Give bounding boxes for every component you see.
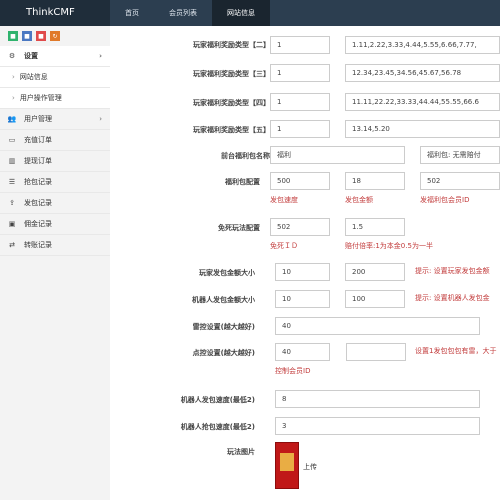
reward-type-2-values[interactable]: 1.11,2.22,3.33,4.44,5.55,6.66,7.77, bbox=[345, 36, 500, 54]
welfare-member-id-note: 发福利包会员ID bbox=[420, 196, 470, 204]
brand-logo[interactable]: ThinkCMF bbox=[0, 0, 110, 26]
sidebar-item-user-actions[interactable]: › 用户操作管理 bbox=[0, 88, 110, 109]
robot-size-min-input[interactable]: 10 bbox=[275, 290, 330, 308]
top-nav: 首页 会员列表 网站信息 bbox=[110, 0, 270, 26]
upload-button[interactable]: 上传 bbox=[303, 462, 317, 472]
robot-send-speed-input[interactable]: 8 bbox=[275, 390, 480, 408]
welfare-member-id-input[interactable]: 502 bbox=[420, 172, 500, 190]
sidebar-item-grab-record[interactable]: ☰ 抢包记录 bbox=[0, 172, 110, 193]
sidebar-item-label: 充值订单 bbox=[24, 136, 52, 144]
reward-type-5-label: 玩家福利奖励类型【五】 bbox=[193, 126, 270, 134]
reward-type-2-input[interactable]: 1 bbox=[270, 36, 330, 54]
reward-type-3-label: 玩家福利奖励类型【三】 bbox=[193, 70, 270, 78]
free-death-label: 免死玩法配置 bbox=[218, 224, 260, 232]
gear-icon: ⚙ bbox=[8, 52, 16, 60]
reward-type-5-values[interactable]: 13.14,5.20 bbox=[345, 120, 500, 138]
nav-member-list[interactable]: 会员列表 bbox=[154, 0, 212, 26]
player-size-label: 玩家发包金额大小 bbox=[199, 269, 255, 277]
reward-type-4-values[interactable]: 11.11,22.22,33.33,44.44,55.55,66.6 bbox=[345, 93, 500, 111]
robot-size-max-input[interactable]: 100 bbox=[345, 290, 405, 308]
trash-icon[interactable]: ■ bbox=[22, 31, 32, 41]
welfare-name-label: 前台福利包名称 bbox=[221, 152, 270, 160]
list-icon: ☰ bbox=[8, 178, 16, 186]
upload-icon: ⇪ bbox=[9, 199, 15, 207]
settings-form: 玩家福利奖励类型【二】 1 1.11,2.22,3.33,4.44,5.55,6… bbox=[110, 26, 500, 500]
robot-size-hint: 提示: 设置机器人发包金 bbox=[415, 294, 490, 302]
chevron-right-icon: › bbox=[99, 52, 102, 60]
lock-icon[interactable]: ■ bbox=[8, 31, 18, 41]
sidebar-item-label: 设置 bbox=[24, 52, 38, 60]
robot-send-speed-label: 机器人发包速度(最低2) bbox=[180, 396, 255, 404]
player-size-hint: 提示: 设置玩家发包金额 bbox=[415, 267, 490, 275]
robot-grab-speed-label: 机器人抢包速度(最低2) bbox=[180, 423, 255, 431]
welfare-name-display-input[interactable]: 福利包: 无需赔付 bbox=[420, 146, 500, 164]
users-icon: 👥 bbox=[7, 115, 17, 123]
credit-card-icon: ▭ bbox=[8, 136, 16, 144]
reward-type-4-label: 玩家福利奖励类型【四】 bbox=[193, 99, 270, 107]
reward-type-3-values[interactable]: 12.34,23.45,34.56,45.67,56.78 bbox=[345, 64, 500, 82]
free-death-rate-note: 赔付倍率:1为本金0.5为一半 bbox=[345, 242, 433, 250]
sidebar-item-commission[interactable]: ▣ 佣金记录 bbox=[0, 214, 110, 235]
sidebar-item-label: 用户操作管理 bbox=[19, 94, 62, 102]
point-level-label: 点控设置(越大越好) bbox=[192, 349, 255, 357]
sidebar-item-label: 网站信息 bbox=[19, 73, 48, 81]
refresh-icon[interactable]: ↻ bbox=[50, 31, 60, 41]
sidebar-item-withdraw[interactable]: ▥ 提现订单 bbox=[0, 151, 110, 172]
sidebar-item-label: 转账记录 bbox=[24, 241, 52, 249]
point-level-input[interactable]: 40 bbox=[275, 343, 330, 361]
welfare-amount-input[interactable]: 18 bbox=[345, 172, 405, 190]
welfare-speed-input[interactable]: 500 bbox=[270, 172, 330, 190]
mine-level-label: 雷控设置(越大越好) bbox=[192, 323, 255, 331]
reward-type-3-input[interactable]: 1 bbox=[270, 64, 330, 82]
free-death-id-input[interactable]: 502 bbox=[270, 218, 330, 236]
sidebar-item-label: 抢包记录 bbox=[24, 178, 52, 186]
nav-home[interactable]: 首页 bbox=[110, 0, 154, 26]
chevron-right-icon: › bbox=[12, 94, 15, 102]
chevron-right-icon: › bbox=[99, 115, 102, 123]
sidebar-item-users[interactable]: 👥 用户管理 › bbox=[0, 109, 110, 130]
sidebar-item-site-info[interactable]: › 网站信息 bbox=[0, 67, 110, 88]
sidebar-item-recharge[interactable]: ▭ 充值订单 bbox=[0, 130, 110, 151]
reward-type-4-input[interactable]: 1 bbox=[270, 93, 330, 111]
welfare-speed-note: 发包速度 bbox=[270, 196, 298, 204]
player-size-min-input[interactable]: 10 bbox=[275, 263, 330, 281]
bar-chart-icon: ▥ bbox=[8, 157, 16, 165]
point-member-note: 控制会员ID bbox=[275, 367, 311, 375]
welfare-name-input[interactable]: 福利 bbox=[270, 146, 405, 164]
robot-size-label: 机器人发包金额大小 bbox=[192, 296, 255, 304]
player-size-max-input[interactable]: 200 bbox=[345, 263, 405, 281]
exchange-icon: ⇄ bbox=[9, 241, 15, 249]
play-image-thumbnail[interactable] bbox=[275, 442, 299, 489]
quick-actions: ■ ■ ■ ↻ bbox=[0, 26, 110, 46]
sidebar-item-send-record[interactable]: ⇪ 发包记录 bbox=[0, 193, 110, 214]
sidebar-item-transfer[interactable]: ⇄ 转账记录 bbox=[0, 235, 110, 256]
play-image-label: 玩法图片 bbox=[227, 448, 255, 456]
sidebar-item-label: 佣金记录 bbox=[24, 220, 52, 228]
free-death-rate-input[interactable]: 1.5 bbox=[345, 218, 405, 236]
reward-type-2-label: 玩家福利奖励类型【二】 bbox=[193, 41, 270, 49]
welfare-amount-note: 发包金额 bbox=[345, 196, 373, 204]
sidebar-item-label: 发包记录 bbox=[24, 199, 52, 207]
sidebar-item-settings[interactable]: ⚙ 设置 › bbox=[0, 46, 110, 67]
welfare-config-label: 福利包配置 bbox=[225, 178, 260, 186]
free-death-id-note: 免死ＩＤ bbox=[270, 242, 298, 250]
thumbnail-decor bbox=[280, 453, 294, 471]
file-icon[interactable]: ■ bbox=[36, 31, 46, 41]
mine-level-input[interactable]: 40 bbox=[275, 317, 480, 335]
reward-type-5-input[interactable]: 1 bbox=[270, 120, 330, 138]
point-member-id-input[interactable] bbox=[346, 343, 406, 361]
robot-grab-speed-input[interactable]: 3 bbox=[275, 417, 480, 435]
sidebar: ■ ■ ■ ↻ ⚙ 设置 › › 网站信息 › 用户操作管理 👥 用户管理 › … bbox=[0, 26, 111, 500]
chevron-right-icon: › bbox=[12, 73, 15, 81]
point-level-hint: 设置1发包包包有雷，大于 bbox=[415, 347, 497, 355]
nav-site-info[interactable]: 网站信息 bbox=[212, 0, 270, 26]
top-bar: ThinkCMF 首页 会员列表 网站信息 bbox=[0, 0, 500, 26]
sidebar-item-label: 提现订单 bbox=[24, 157, 52, 165]
sidebar-item-label: 用户管理 bbox=[24, 115, 52, 123]
money-icon: ▣ bbox=[8, 220, 16, 228]
